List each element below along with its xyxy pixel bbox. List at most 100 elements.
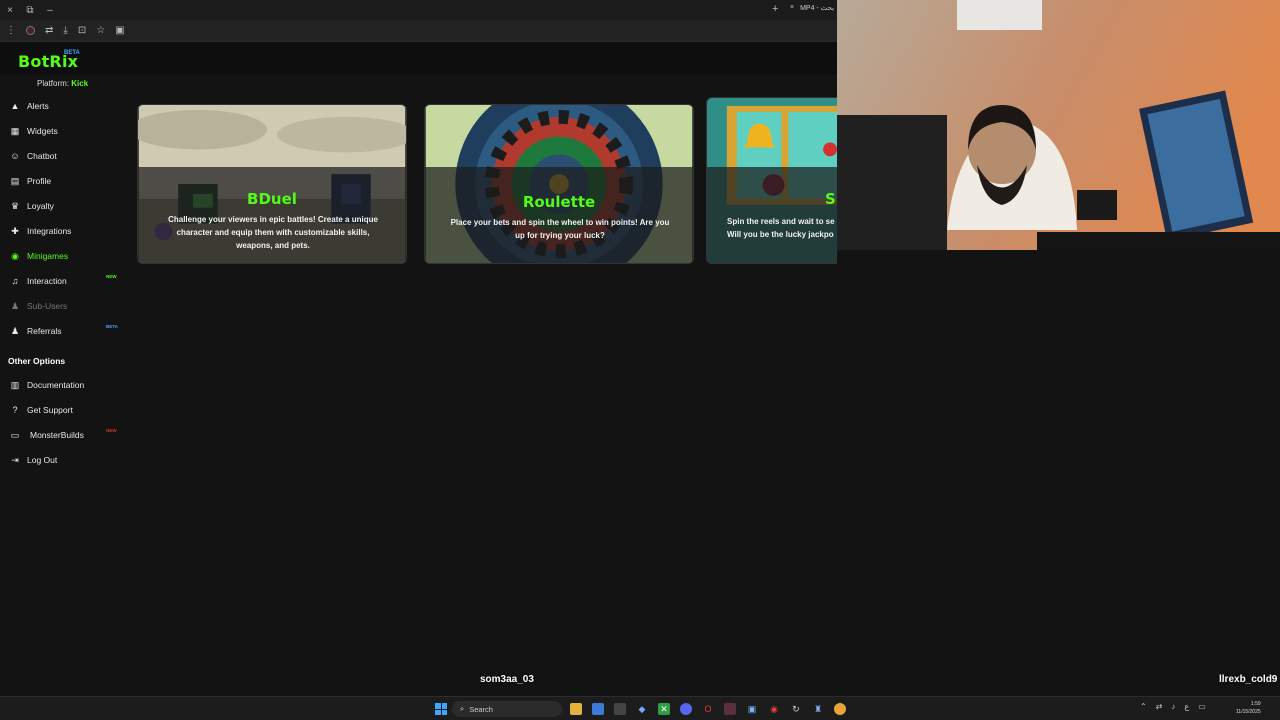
window-minimize-icon[interactable]: –: [40, 5, 60, 16]
screen: × ⧉ – + × MP4 - بحث ⋮ ⇄ ⤓ ⊡ ☆ ▣ BotRix B…: [0, 0, 1280, 720]
minigame-card-slots[interactable]: Sl Spin the reels and wait to se Will yo…: [706, 97, 837, 264]
browser-tab[interactable]: × MP4 - بحث: [790, 4, 834, 12]
clock-time: 1:59: [1250, 701, 1261, 707]
sidebar-item-referrals[interactable]: ♟ Referrals BETA: [0, 320, 125, 342]
new-badge: NEW: [106, 428, 117, 433]
sidebar-item-label: Log Out: [27, 455, 58, 465]
puzzle-icon: ✚: [11, 226, 19, 236]
sidebar-item-label: Referrals: [27, 326, 62, 336]
gamepad-icon: ◉: [11, 251, 19, 261]
sidebar-item-minigames[interactable]: ◉ Minigames: [0, 245, 125, 267]
sidebar-item-label: Alerts: [27, 101, 49, 111]
question-icon: ?: [12, 405, 18, 415]
overlay-username-right: llrexb_cold9: [1219, 674, 1278, 685]
taskbar-clock[interactable]: 1:59 11/15/2025: [1236, 700, 1261, 716]
sidebar-item-label: MonsterBuilds: [30, 430, 84, 440]
menu-icon[interactable]: ⋮: [6, 25, 16, 36]
card-title: Sl: [825, 190, 837, 208]
platform-value: Kick: [71, 79, 89, 88]
file-explorer-icon[interactable]: [570, 703, 582, 715]
beta-badge: BETA: [106, 324, 118, 329]
sidebar-item-label: Integrations: [27, 226, 72, 236]
monitor-icon: ▭: [10, 430, 20, 440]
warning-icon: ▲: [10, 101, 20, 111]
sidebar-item-label: Interaction: [27, 276, 67, 286]
sidebar-item-monsterbuilds[interactable]: ▭ MonsterBuilds NEW: [0, 424, 125, 446]
sidebar-item-label: Get Support: [27, 405, 73, 415]
sidebar-item-loyalty[interactable]: ♛ Loyalty: [0, 195, 125, 217]
microphone-icon[interactable]: ♪: [1171, 702, 1175, 711]
logout-icon: ⇥: [11, 455, 19, 465]
webcam-overlay: [837, 0, 1280, 250]
card-description: Place your bets and spin the wheel to wi…: [450, 218, 670, 240]
language-icon[interactable]: ع: [1184, 702, 1189, 711]
window-icon[interactable]: ▣: [746, 703, 758, 715]
logo-beta-badge: BETA: [64, 50, 80, 56]
xbox-icon[interactable]: ✕: [658, 703, 670, 715]
card-title: BDuel: [247, 190, 297, 208]
steam-icon[interactable]: ♜: [812, 703, 824, 715]
sync-icon[interactable]: ⇄: [1156, 702, 1163, 711]
tab-close-icon[interactable]: ×: [790, 4, 794, 12]
sidebar-item-interaction[interactable]: ♫ Interaction NEW: [0, 270, 125, 292]
media-icon[interactable]: [724, 703, 736, 715]
other-options-heading: Other Options: [8, 356, 66, 366]
music-icon: ♫: [11, 276, 19, 286]
chevron-up-icon[interactable]: ⌃: [1140, 702, 1147, 711]
sidebar-item-widgets[interactable]: ▦ Widgets: [0, 120, 125, 142]
window-restore-icon[interactable]: ⧉: [20, 5, 40, 16]
star-icon[interactable]: ☆: [96, 25, 105, 36]
platform-indicator: Platform: Kick: [37, 79, 88, 88]
app-icon[interactable]: ◆: [636, 703, 648, 715]
window-close-icon[interactable]: ×: [0, 5, 20, 16]
new-tab-button[interactable]: +: [772, 3, 778, 15]
sidebar-item-label: Sub-Users: [27, 301, 68, 311]
terminal-icon[interactable]: [614, 703, 626, 715]
split-icon[interactable]: ⊡: [78, 25, 86, 36]
store-icon[interactable]: [592, 703, 604, 715]
windows-taskbar: ⌕ Search ◆ ✕ O ▣ ◉ ↻ ♜ ⌃ ⇄ ♪ ع ▭ 1:59 11…: [0, 696, 1280, 720]
card-title: Roulette: [522, 193, 596, 211]
search-label: Search: [469, 704, 493, 714]
sidebar-item-label: Chatbot: [27, 151, 57, 161]
opera-icon[interactable]: O: [702, 703, 714, 715]
robot-icon: ☺: [10, 151, 20, 161]
sidebar-item-label: Profile: [27, 176, 52, 186]
extension-icon[interactable]: ⇄: [45, 25, 53, 36]
discord-icon[interactable]: [680, 703, 692, 715]
card-description: Spin the reels and wait to se Will you b…: [727, 217, 835, 239]
network-icon[interactable]: ▭: [1198, 702, 1206, 711]
system-tray: ⌃ ⇄ ♪ ع ▭: [1140, 702, 1206, 711]
minigame-card-roulette[interactable]: Roulette Place your bets and spin the wh…: [424, 104, 694, 264]
id-card-icon: ▤: [10, 176, 20, 186]
new-badge: NEW: [106, 274, 117, 279]
download-icon[interactable]: ⤓: [63, 25, 67, 36]
sidebar-item-alerts[interactable]: ▲ Alerts: [0, 95, 125, 117]
book-icon: ▥: [10, 380, 20, 390]
windows-start-icon[interactable]: [435, 703, 447, 715]
chrome-icon[interactable]: [834, 703, 846, 715]
sidebar-item-log-out[interactable]: ⇥ Log Out: [0, 449, 125, 471]
sidebar-item-label: Widgets: [27, 126, 58, 136]
refresh-app-icon[interactable]: ↻: [790, 703, 802, 715]
sidebar-item-label: Documentation: [27, 380, 85, 390]
users-icon: ♟: [10, 326, 20, 336]
overlay-username-left: som3aa_03: [480, 674, 534, 685]
tab-label: MP4 - بحث: [800, 5, 835, 12]
sidebar-item-label: Loyalty: [27, 201, 54, 211]
trophy-icon: ♛: [10, 201, 20, 211]
sidebar-item-chatbot[interactable]: ☺ Chatbot: [0, 145, 125, 167]
sidebar-item-documentation[interactable]: ▥ Documentation: [0, 374, 125, 396]
clock-date: 11/15/2025: [1236, 709, 1261, 715]
record-icon[interactable]: [26, 26, 35, 35]
record-app-icon[interactable]: ◉: [768, 703, 780, 715]
minigame-card-bduel[interactable]: BDuel Challenge your viewers in epic bat…: [137, 104, 407, 264]
sidebar-item-sub-users[interactable]: ♟ Sub-Users: [0, 295, 125, 317]
sidebar-item-label: Minigames: [27, 251, 69, 261]
taskbar-search[interactable]: ⌕ Search: [452, 701, 562, 717]
grid-icon: ▦: [10, 126, 20, 136]
bookmarks-icon[interactable]: ▣: [115, 25, 124, 36]
sidebar-item-profile[interactable]: ▤ Profile: [0, 170, 125, 192]
sidebar-item-get-support[interactable]: ? Get Support: [0, 399, 125, 421]
sidebar-item-integrations[interactable]: ✚ Integrations: [0, 220, 125, 242]
